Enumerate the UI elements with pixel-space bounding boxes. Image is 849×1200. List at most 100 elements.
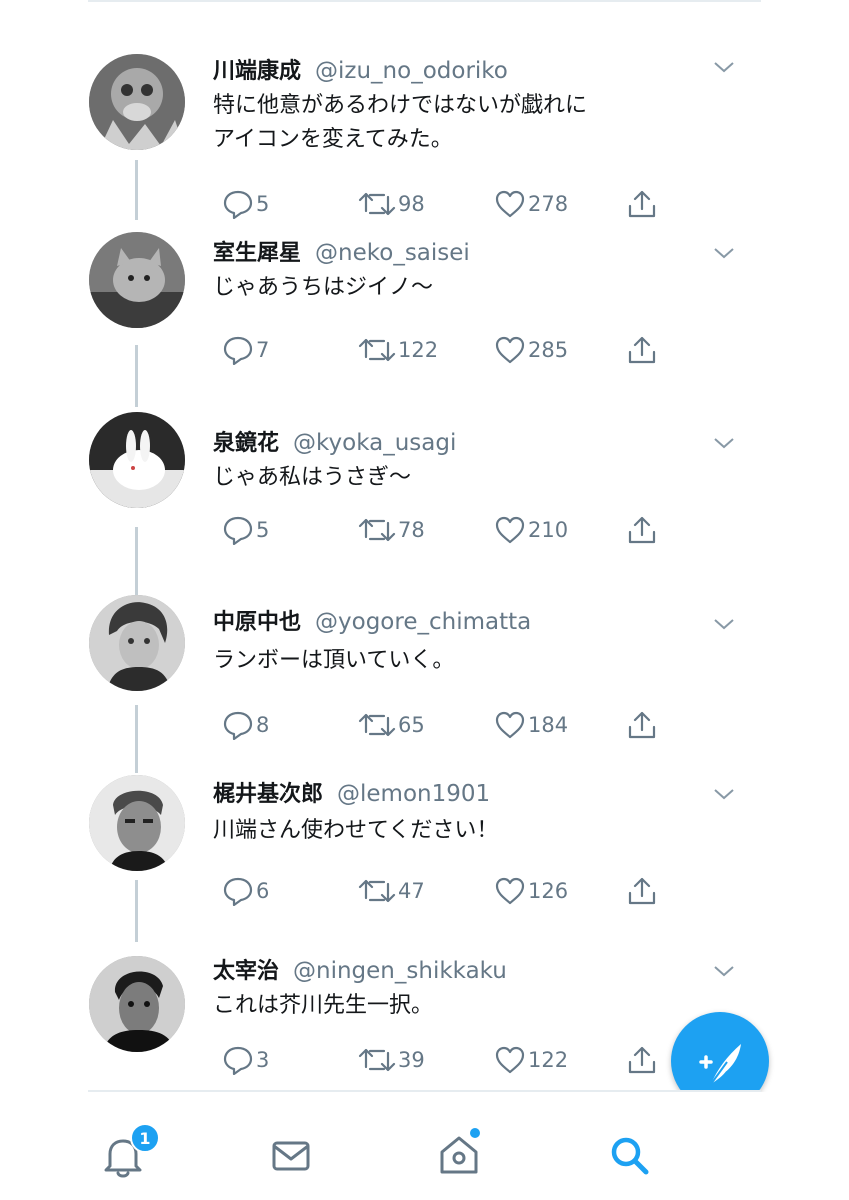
display-name[interactable]: 川端康成 <box>213 59 301 84</box>
bottom-navigation <box>0 1092 849 1200</box>
share-icon <box>628 190 656 218</box>
retweet-count: 65 <box>398 713 425 737</box>
heart-icon <box>495 1046 525 1074</box>
reply-icon <box>223 516 253 545</box>
nav-search[interactable] <box>604 1130 654 1180</box>
notification-count-badge: 1 <box>130 1123 160 1153</box>
thread-connector <box>135 160 138 220</box>
retweet-icon <box>358 518 396 542</box>
retweet-button[interactable]: 78 <box>358 513 425 547</box>
tweet-text-line: ランボーは頂いていく。 <box>213 648 455 673</box>
tweet-text-line: これは芥川先生一択。 <box>213 993 434 1018</box>
avatar[interactable] <box>89 232 185 328</box>
avatar[interactable] <box>89 595 185 691</box>
avatar[interactable] <box>89 775 185 871</box>
share-icon <box>628 877 656 905</box>
display-name[interactable]: 泉鏡花 <box>213 431 279 456</box>
thread-connector <box>135 705 138 773</box>
nav-messages[interactable] <box>266 1130 316 1180</box>
reply-button[interactable]: 5 <box>222 513 269 547</box>
retweet-button[interactable]: 47 <box>358 874 425 908</box>
reply-count: 6 <box>256 879 270 903</box>
reply-count: 5 <box>256 192 270 216</box>
like-count: 122 <box>528 1048 569 1072</box>
user-handle[interactable]: @izu_no_odoriko <box>315 58 508 84</box>
reply-count: 8 <box>256 713 270 737</box>
thread-connector <box>135 527 138 595</box>
like-count: 210 <box>528 518 569 542</box>
reply-icon <box>223 711 253 740</box>
share-button[interactable] <box>626 1043 658 1077</box>
user-handle[interactable]: @kyoka_usagi <box>293 430 456 456</box>
chevron-down-icon[interactable] <box>713 60 735 74</box>
heart-icon <box>495 516 525 544</box>
reply-button[interactable]: 5 <box>222 187 269 221</box>
display-name[interactable]: 太宰治 <box>213 959 279 984</box>
retweet-icon <box>358 713 396 737</box>
avatar[interactable] <box>89 956 185 1052</box>
retweet-count: 39 <box>398 1048 425 1072</box>
reply-count: 3 <box>256 1048 270 1072</box>
like-button[interactable]: 285 <box>494 333 568 367</box>
reply-button[interactable]: 3 <box>222 1043 269 1077</box>
retweet-count: 47 <box>398 879 425 903</box>
chevron-down-icon[interactable] <box>713 436 735 450</box>
tweet-text-line: アイコンを変えてみた。 <box>213 127 453 152</box>
retweet-icon <box>358 192 396 216</box>
display-name[interactable]: 中原中也 <box>213 610 301 635</box>
retweet-icon <box>358 1048 396 1072</box>
like-button[interactable]: 126 <box>494 874 568 908</box>
retweet-count: 122 <box>398 338 439 362</box>
display-name[interactable]: 室生犀星 <box>213 241 301 266</box>
share-button[interactable] <box>626 874 658 908</box>
reply-icon <box>223 336 253 365</box>
like-button[interactable]: 210 <box>494 513 568 547</box>
reply-button[interactable]: 7 <box>222 333 269 367</box>
heart-icon <box>495 190 525 218</box>
reply-button[interactable]: 8 <box>222 708 269 742</box>
search-icon <box>611 1137 649 1175</box>
user-handle[interactable]: @lemon1901 <box>337 781 490 807</box>
tweet-text-line: 川端さん使わせてください！ <box>213 818 499 843</box>
share-icon <box>628 711 656 739</box>
user-handle[interactable]: @yogore_chimatta <box>315 609 531 635</box>
tweet-text-line: じゃあ私はうさぎ〜 <box>213 465 412 490</box>
retweet-button[interactable]: 39 <box>358 1043 425 1077</box>
thread-connector <box>135 880 138 942</box>
share-button[interactable] <box>626 708 658 742</box>
avatar[interactable] <box>89 412 185 508</box>
chevron-down-icon[interactable] <box>713 964 735 978</box>
like-count: 285 <box>528 338 569 362</box>
reply-button[interactable]: 6 <box>222 874 269 908</box>
heart-icon <box>495 711 525 739</box>
like-count: 184 <box>528 713 569 737</box>
user-handle[interactable]: @neko_saisei <box>315 240 470 266</box>
like-button[interactable]: 122 <box>494 1043 568 1077</box>
retweet-button[interactable]: 122 <box>358 333 438 367</box>
tweet-text-line: じゃあうちはジイノ〜 <box>213 275 434 300</box>
like-button[interactable]: 184 <box>494 708 568 742</box>
display-name[interactable]: 梶井基次郎 <box>213 782 323 807</box>
top-divider <box>88 0 761 2</box>
like-button[interactable]: 278 <box>494 187 568 221</box>
reply-icon <box>223 190 253 219</box>
reply-count: 7 <box>256 338 270 362</box>
reply-count: 5 <box>256 518 270 542</box>
chevron-down-icon[interactable] <box>713 246 735 260</box>
chevron-down-icon[interactable] <box>713 787 735 801</box>
share-button[interactable] <box>626 513 658 547</box>
share-icon <box>628 1046 656 1074</box>
avatar[interactable] <box>89 54 185 150</box>
reply-icon <box>223 1046 253 1075</box>
retweet-button[interactable]: 65 <box>358 708 425 742</box>
reply-icon <box>223 877 253 906</box>
retweet-button[interactable]: 98 <box>358 187 425 221</box>
tweet-text-line: 特に他意があるわけではないが戯れに <box>213 93 588 118</box>
chevron-down-icon[interactable] <box>713 617 735 631</box>
heart-icon <box>495 336 525 364</box>
share-button[interactable] <box>626 187 658 221</box>
share-button[interactable] <box>626 333 658 367</box>
share-icon <box>628 516 656 544</box>
user-handle[interactable]: @ningen_shikkaku <box>293 958 507 984</box>
home-unread-dot <box>470 1128 480 1138</box>
